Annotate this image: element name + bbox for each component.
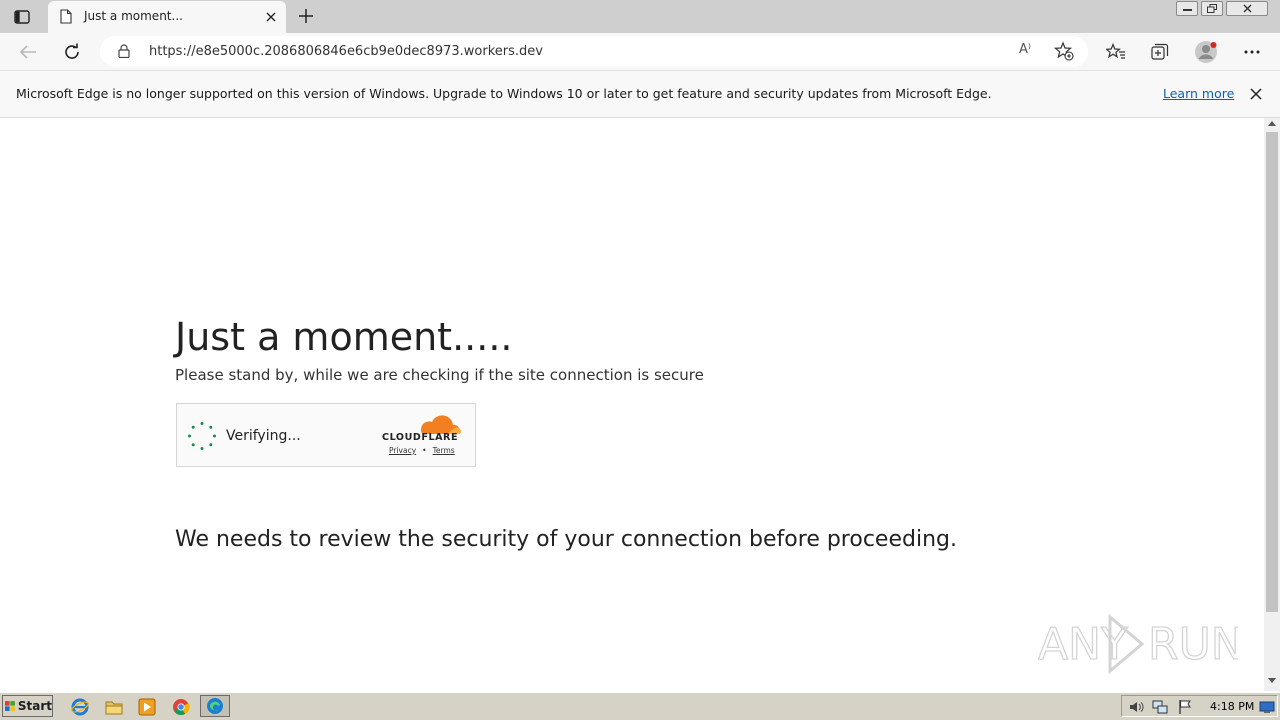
page-content: Just a moment..... Please stand by, whil… (0, 118, 1264, 691)
unsupported-os-infobar: Microsoft Edge is no longer supported on… (0, 71, 1280, 118)
window-close-button[interactable] (1226, 1, 1268, 16)
media-player-icon (138, 698, 156, 716)
windows-flag-icon (5, 701, 15, 711)
infobar-message: Microsoft Edge is no longer supported on… (16, 86, 992, 101)
infobar-close-button[interactable] (1247, 85, 1265, 103)
system-tray: 4:18 PM (1121, 695, 1278, 717)
security-review-message: We needs to review the security of your … (175, 527, 957, 552)
watermark-text-run: RUN (1148, 619, 1238, 670)
windows-taskbar: Start 4:18 PM (0, 692, 1280, 720)
volume-icon[interactable] (1128, 699, 1144, 715)
close-icon (266, 12, 276, 22)
link-separator: • (422, 446, 427, 455)
anyrun-watermark: ANY RUN (1038, 613, 1238, 675)
internet-explorer-launcher[interactable] (70, 697, 90, 717)
minimize-icon (1182, 8, 1192, 11)
restore-icon (1207, 4, 1217, 13)
network-icon[interactable] (1152, 699, 1168, 715)
favorites-button[interactable] (1103, 39, 1129, 65)
privacy-link[interactable]: Privacy (389, 446, 416, 455)
folder-icon (105, 701, 123, 715)
profile-button[interactable] (1193, 39, 1219, 65)
tab-title: Just a moment... (84, 9, 183, 23)
avatar-icon (1195, 41, 1217, 63)
show-desktop-icon[interactable] (1259, 699, 1275, 715)
document-icon (60, 9, 72, 24)
tab-strip: Just a moment... (0, 0, 1280, 33)
tab-close-button[interactable] (262, 8, 280, 26)
scroll-up-arrow-icon[interactable] (1268, 120, 1276, 126)
scrollbar-thumb[interactable] (1266, 132, 1278, 612)
start-label: Start (17, 699, 52, 713)
arrow-left-icon (19, 45, 36, 59)
url-text[interactable]: https://e8e5000c.2086806846e6cb9e0dec897… (149, 44, 543, 59)
lock-icon (118, 44, 130, 58)
edge-icon (207, 698, 223, 714)
refresh-button[interactable] (59, 39, 85, 65)
vertical-scrollbar[interactable] (1264, 118, 1280, 691)
tab-actions-button[interactable] (11, 6, 33, 28)
edge-taskbar-button[interactable] (200, 695, 230, 717)
file-explorer-launcher[interactable] (104, 697, 124, 717)
back-button[interactable] (15, 39, 41, 65)
cloudflare-brand-text: CLOUDFLARE (382, 432, 459, 443)
collections-icon (1151, 43, 1169, 60)
taskbar-clock[interactable]: 4:18 PM (1210, 700, 1254, 713)
scroll-down-arrow-icon[interactable] (1268, 678, 1276, 684)
verifying-status: Verifying... (226, 428, 301, 444)
media-player-launcher[interactable] (137, 697, 157, 717)
add-favorite-icon[interactable] (1054, 41, 1074, 61)
refresh-icon (65, 43, 79, 59)
widget-links: Privacy • Terms (389, 446, 455, 455)
new-tab-button[interactable] (295, 5, 317, 27)
plus-icon (299, 9, 313, 23)
settings-menu-button[interactable] (1239, 39, 1265, 65)
address-bar[interactable]: https://e8e5000c.2086806846e6cb9e0dec897… (100, 36, 1088, 67)
page-subtitle: Please stand by, while we are checking i… (175, 366, 704, 384)
action-center-flag-icon[interactable] (1177, 699, 1193, 715)
chrome-launcher[interactable] (171, 697, 191, 717)
close-icon (1243, 4, 1251, 13)
watermark-text-any: ANY (1038, 619, 1128, 670)
chrome-icon (173, 699, 190, 715)
internet-explorer-icon (71, 698, 89, 716)
page-title: Just a moment..... (175, 315, 513, 359)
favorites-icon (1106, 43, 1125, 59)
active-tab[interactable]: Just a moment... (48, 1, 286, 33)
read-aloud-button[interactable]: A⁾ (1019, 42, 1031, 57)
cloudflare-challenge-widget: Verifying... CLOUDFLARE Privacy • Terms (176, 403, 476, 467)
browser-toolbar: https://e8e5000c.2086806846e6cb9e0dec897… (0, 33, 1280, 71)
start-button[interactable]: Start (2, 695, 53, 717)
window-controls (1173, 1, 1268, 16)
loading-spinner-icon (188, 422, 216, 450)
tab-actions-icon (14, 10, 30, 24)
learn-more-link[interactable]: Learn more (1163, 86, 1234, 101)
minimize-button[interactable] (1176, 1, 1198, 16)
terms-link[interactable]: Terms (433, 446, 455, 455)
more-options-icon (1244, 50, 1260, 54)
collections-button[interactable] (1147, 39, 1173, 65)
close-icon (1250, 88, 1262, 100)
restore-button[interactable] (1201, 1, 1223, 16)
